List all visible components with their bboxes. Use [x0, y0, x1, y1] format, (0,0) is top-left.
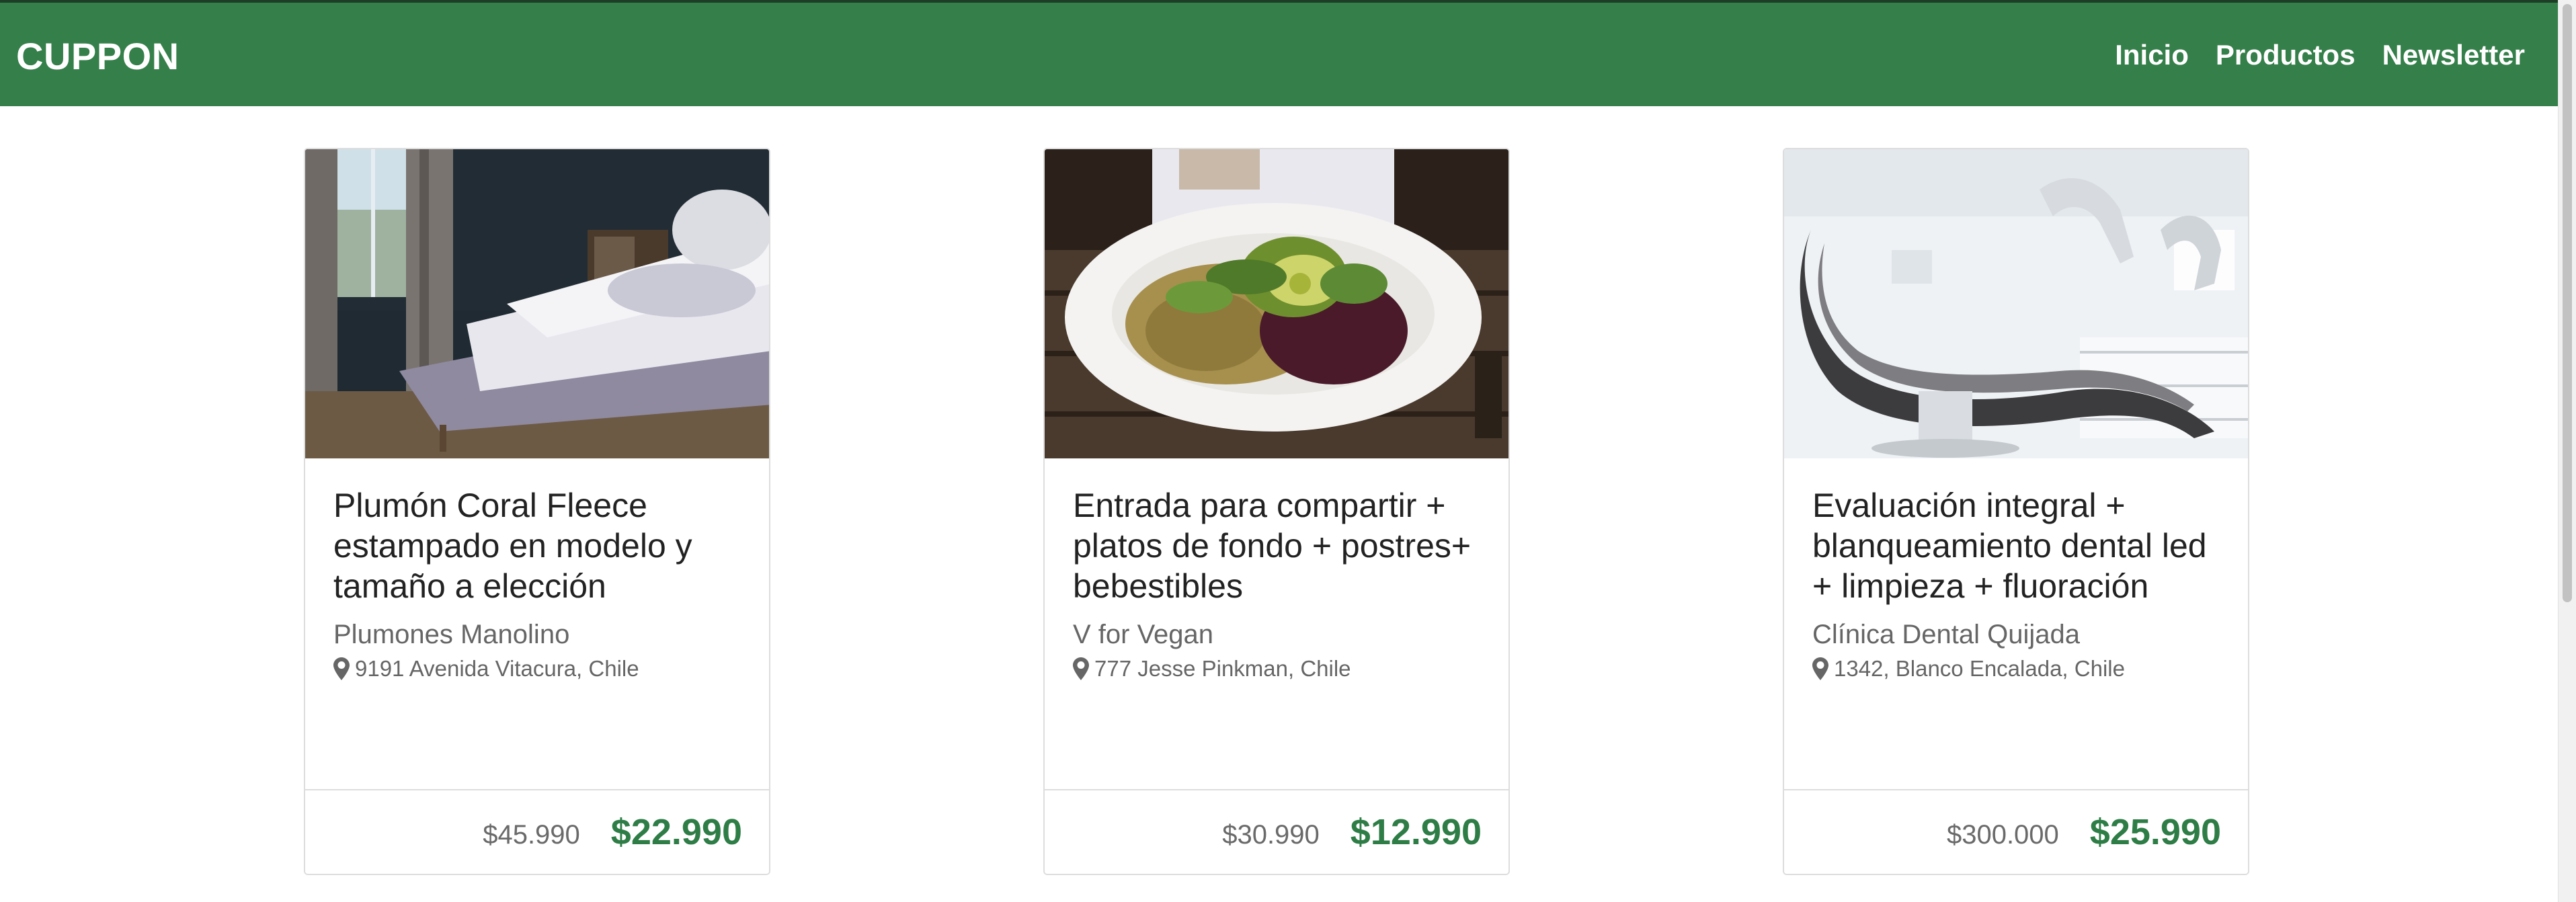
product-card[interactable]: Plumón Coral Fleece estampado en modelo …	[304, 148, 770, 875]
nav-link-newsletter[interactable]: Newsletter	[2382, 38, 2525, 73]
company-name: Plumones Manolino	[333, 620, 570, 649]
scrollbar-thumb[interactable]	[2563, 4, 2572, 602]
card-title[interactable]: Entrada para compartir + platos de fondo…	[1073, 485, 1488, 606]
location: 1342, Blanco Encalada, Chile	[1812, 655, 2228, 683]
product-image-salad[interactable]	[1045, 149, 1508, 458]
company-name: V for Vegan	[1073, 620, 1214, 649]
old-price: $45.990	[483, 820, 580, 850]
location-text: 9191 Avenida Vitacura, Chile	[355, 656, 639, 681]
location-text: 777 Jesse Pinkman, Chile	[1094, 656, 1351, 681]
location: 9191 Avenida Vitacura, Chile	[333, 655, 749, 683]
new-price: $25.990	[2089, 812, 2221, 852]
nav-links: Inicio Productos Newsletter	[2115, 38, 2525, 73]
new-price: $12.990	[1350, 812, 1482, 852]
old-price: $30.990	[1222, 820, 1320, 850]
card-body: Evaluación integral + blanqueamiento den…	[1812, 485, 2228, 683]
map-marker-icon	[1073, 657, 1089, 680]
map-marker-icon	[1812, 657, 1828, 680]
card-body: Entrada para compartir + platos de fondo…	[1073, 485, 1488, 683]
page: CUPPON Inicio Productos Newsletter Plumó…	[0, 0, 2576, 902]
location: 777 Jesse Pinkman, Chile	[1073, 655, 1488, 683]
product-image-dental-chair[interactable]	[1784, 149, 2248, 458]
card-body: Plumón Coral Fleece estampado en modelo …	[333, 485, 749, 683]
location-text: 1342, Blanco Encalada, Chile	[1834, 656, 2125, 681]
new-price: $22.990	[610, 812, 742, 852]
navbar: CUPPON Inicio Productos Newsletter	[0, 0, 2559, 106]
old-price: $300.000	[1946, 820, 2059, 850]
map-marker-icon	[333, 657, 350, 680]
product-image-bedroom[interactable]	[305, 149, 769, 458]
nav-link-inicio[interactable]: Inicio	[2115, 38, 2189, 73]
card-title[interactable]: Evaluación integral + blanqueamiento den…	[1812, 485, 2228, 606]
card-title[interactable]: Plumón Coral Fleece estampado en modelo …	[333, 485, 749, 606]
card-footer: $45.990 $22.990	[305, 789, 769, 874]
card-footer: $30.990 $12.990	[1045, 789, 1508, 874]
vertical-scrollbar[interactable]	[2558, 0, 2576, 902]
nav-link-productos[interactable]: Productos	[2216, 38, 2356, 73]
brand-logo[interactable]: CUPPON	[16, 36, 179, 77]
product-card[interactable]: Entrada para compartir + platos de fondo…	[1043, 148, 1510, 875]
card-footer: $300.000 $25.990	[1784, 789, 2248, 874]
product-card[interactable]: Evaluación integral + blanqueamiento den…	[1783, 148, 2249, 875]
company-name: Clínica Dental Quijada	[1812, 620, 2080, 649]
